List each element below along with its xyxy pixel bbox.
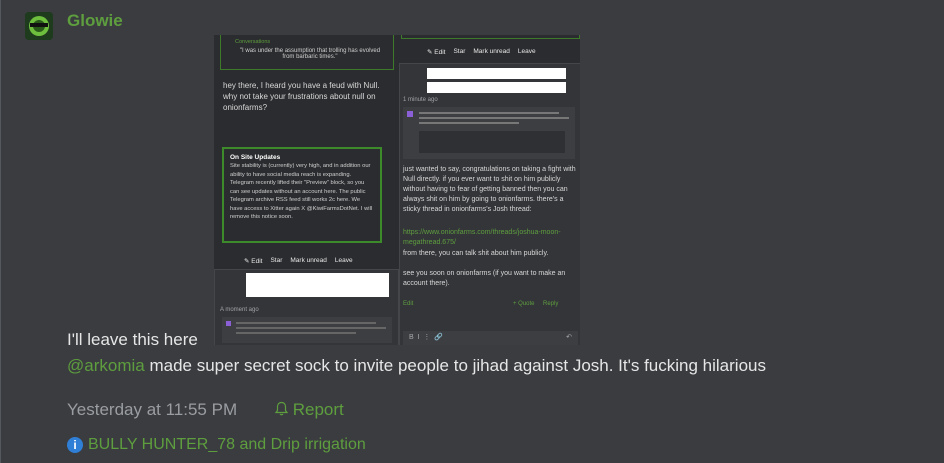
bold-icon[interactable]: B	[409, 334, 414, 341]
leave-button[interactable]: Leave	[518, 48, 536, 56]
site-updates-notice: On Site Updates Site stability is (curre…	[222, 147, 382, 243]
notice-title: On Site Updates	[230, 154, 281, 161]
left-time: A moment ago	[220, 307, 259, 313]
leave-button[interactable]: Leave	[335, 257, 353, 265]
link-icon[interactable]: 🔗	[434, 334, 443, 341]
notice-text: Site stability is (currently) very high,…	[230, 163, 373, 220]
user-mention[interactable]: @arkomia	[67, 356, 145, 375]
redacted-box-2	[427, 82, 566, 93]
undo-icon[interactable]: ↶	[566, 331, 572, 345]
preview-avatar	[226, 321, 231, 326]
editor-toolbar: B I ⋮ 🔗 ↶	[403, 331, 578, 345]
right-action-buttons: ✎ Edit Star Mark unread Leave	[427, 48, 536, 56]
left-preview-card	[222, 317, 392, 343]
reactions-bar[interactable]: i BULLY HUNTER_78 and Drip irrigation	[67, 436, 366, 454]
format-icon[interactable]: ⋮	[423, 334, 430, 341]
mark-unread-button[interactable]: Mark unread	[473, 48, 510, 56]
report-label: Report	[292, 400, 344, 419]
edit-button[interactable]: ✎ Edit	[244, 257, 262, 265]
user-avatar[interactable]	[25, 12, 53, 40]
conversation-header-box: Conversations "I was under the assumptio…	[220, 35, 394, 70]
right-message: just wanted to say, congratulations on t…	[403, 166, 576, 213]
right-time: 1 minute ago	[403, 97, 438, 103]
post-body-text: made super secret sock to invite people …	[144, 356, 766, 375]
header-quote: "I was under the assumption that trollin…	[239, 48, 381, 60]
bell-icon	[274, 401, 289, 421]
report-button[interactable]: Report	[274, 400, 344, 421]
quote-link[interactable]: + Quote	[513, 301, 535, 307]
reply-link[interactable]: Reply	[543, 301, 558, 307]
redacted-box	[246, 273, 389, 297]
left-action-buttons: ✎ Edit Star Mark unread Leave	[244, 257, 353, 265]
redacted-box-1	[427, 68, 566, 79]
message-post: Glowie Conversations "I was under the as…	[0, 0, 944, 463]
username[interactable]: Glowie	[67, 11, 123, 31]
post-timestamp[interactable]: Yesterday at 11:55 PM	[67, 400, 237, 420]
right-message-3: see you soon on onionfarms (if you want …	[403, 270, 566, 287]
right-message-2: from there, you can talk shit about him …	[403, 250, 549, 257]
right-conversation-panel: ✎ Edit Star Mark unread Leave 1 minute a…	[399, 35, 580, 345]
italic-icon[interactable]: I	[418, 334, 420, 341]
preview-avatar	[407, 111, 413, 117]
post-body-line-2: @arkomia made super secret sock to invit…	[67, 356, 766, 376]
mark-unread-button[interactable]: Mark unread	[290, 257, 327, 265]
right-edit-link[interactable]: Edit	[403, 301, 413, 307]
left-conversation-panel: Conversations "I was under the assumptio…	[214, 35, 399, 345]
post-body-line-1: I'll leave this here	[67, 330, 198, 349]
right-preview-card	[403, 107, 575, 159]
info-icon: i	[67, 436, 83, 453]
star-button[interactable]: Star	[453, 48, 465, 56]
embedded-screenshot[interactable]: Conversations "I was under the assumptio…	[214, 35, 580, 345]
left-message: hey there, I heard you have a feud with …	[223, 81, 380, 112]
star-button[interactable]: Star	[270, 257, 282, 265]
reactions-list[interactable]: BULLY HUNTER_78 and Drip irrigation	[88, 436, 366, 453]
onionfarms-link[interactable]: https://www.onionfarms.com/threads/joshu…	[403, 228, 578, 248]
section-label: Conversations	[235, 39, 271, 45]
edit-button[interactable]: ✎ Edit	[427, 48, 445, 56]
